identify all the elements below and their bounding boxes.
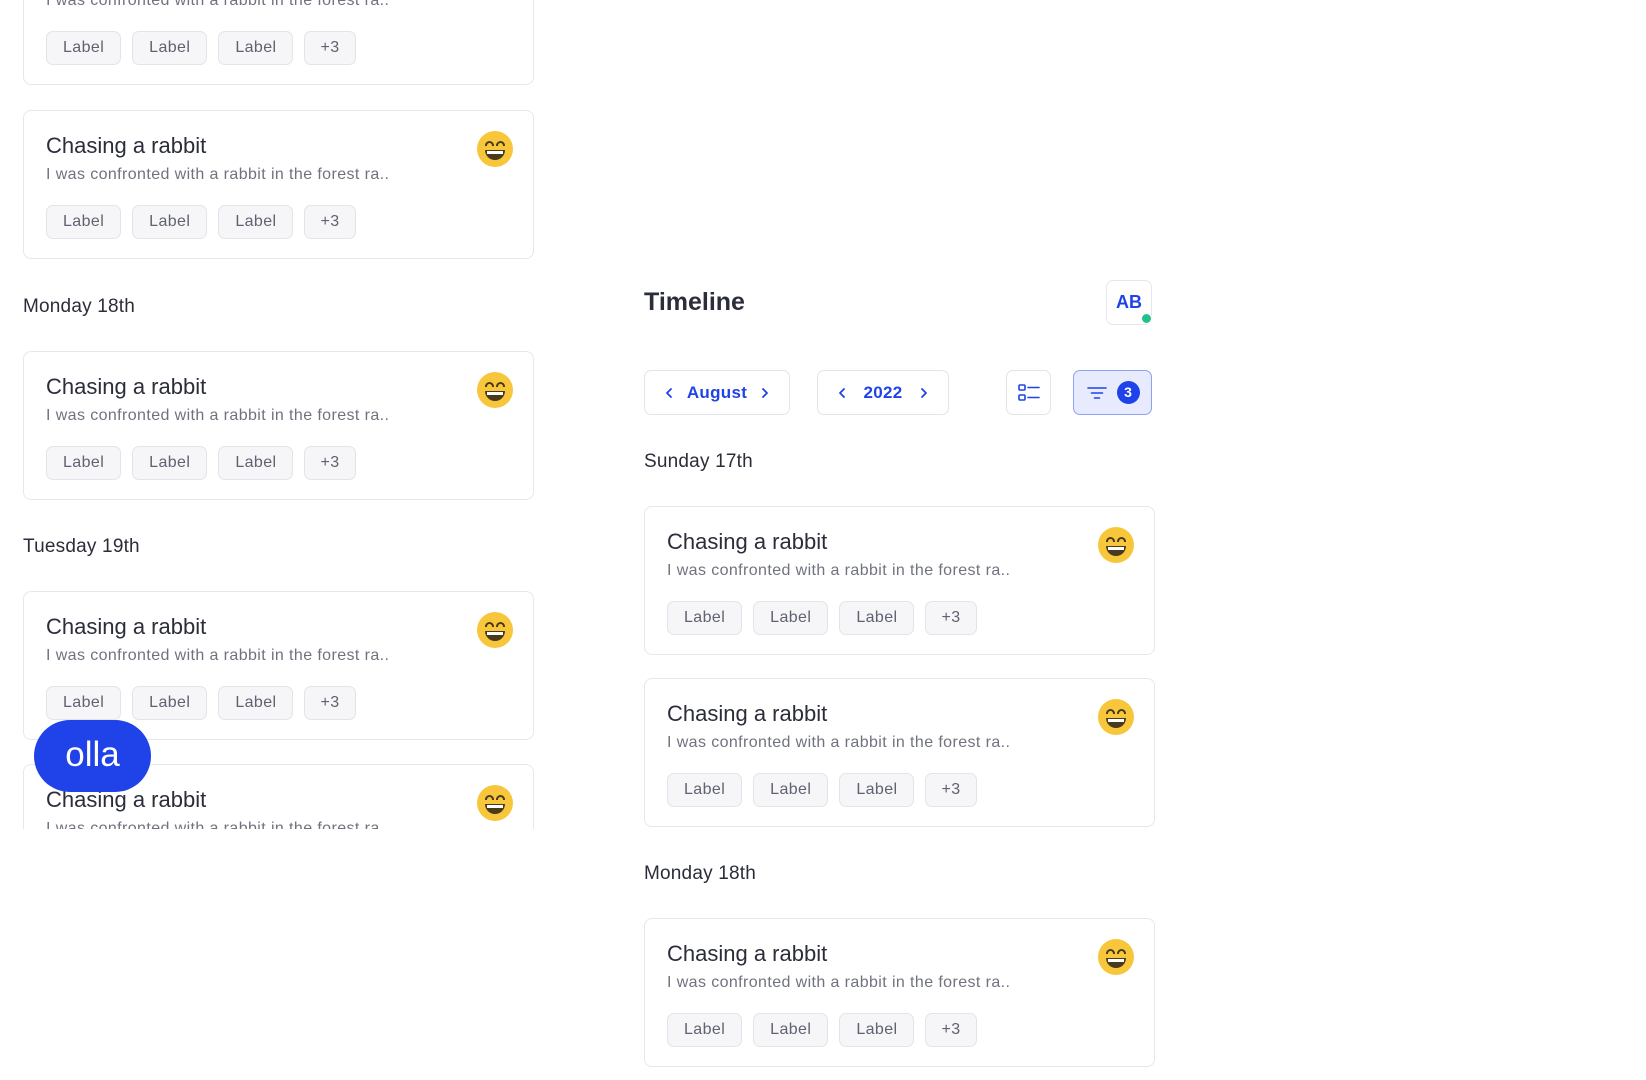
more-labels-chip[interactable]: +3 xyxy=(925,1013,977,1047)
label-chip[interactable]: Label xyxy=(46,31,122,65)
label-chip[interactable]: Label xyxy=(839,1013,915,1047)
entry-title: Chasing a rabbit xyxy=(46,614,207,639)
label-chip[interactable]: Label xyxy=(132,686,208,720)
grinning-face-icon xyxy=(1098,527,1134,563)
grinning-face-icon xyxy=(477,131,513,167)
day-heading: Tuesday 19th xyxy=(23,536,140,557)
more-labels-chip[interactable]: +3 xyxy=(304,686,356,720)
grinning-face-icon xyxy=(1098,939,1134,975)
olla-logo-badge[interactable]: olla xyxy=(34,720,151,792)
page-title: Timeline xyxy=(644,288,745,316)
list-view-button[interactable] xyxy=(1006,370,1051,415)
entry-description: I was confronted with a rabbit in the fo… xyxy=(46,0,390,9)
entry-title: Chasing a rabbit xyxy=(667,941,828,966)
label-chip[interactable]: Label xyxy=(839,773,915,807)
entry-card[interactable]: Chasing a rabbit I was confronted with a… xyxy=(23,0,534,85)
grinning-face-icon xyxy=(477,612,513,648)
entry-title: Chasing a rabbit xyxy=(667,701,828,726)
entry-labels: Label Label Label +3 xyxy=(46,686,356,720)
entry-title: Chasing a rabbit xyxy=(667,529,828,554)
left-timeline-scroll-area[interactable]: Chasing a rabbit I was confronted with a… xyxy=(0,0,560,829)
label-chip[interactable]: Label xyxy=(667,1013,743,1047)
month-value: August xyxy=(686,382,748,402)
more-labels-chip[interactable]: +3 xyxy=(304,446,356,480)
online-status-dot xyxy=(1141,313,1152,324)
filter-icon xyxy=(1086,386,1107,399)
month-picker: August xyxy=(644,370,790,415)
label-chip[interactable]: Label xyxy=(218,205,294,239)
label-chip[interactable]: Label xyxy=(839,601,915,635)
grinning-face-icon xyxy=(477,372,513,408)
more-labels-chip[interactable]: +3 xyxy=(925,601,977,635)
day-heading: Monday 18th xyxy=(23,296,136,317)
chevron-left-icon[interactable] xyxy=(830,381,854,405)
label-chip[interactable]: Label xyxy=(46,686,122,720)
label-chip[interactable]: Label xyxy=(46,205,122,239)
entry-description: I was confronted with a rabbit in the fo… xyxy=(46,647,390,664)
entry-labels: Label Label Label +3 xyxy=(667,601,977,635)
entry-title: Chasing a rabbit xyxy=(46,133,207,158)
chevron-left-icon[interactable] xyxy=(657,381,681,405)
day-heading: Monday 18th xyxy=(644,863,757,884)
label-chip[interactable]: Label xyxy=(753,601,829,635)
entry-card[interactable]: Chasing a rabbit I was confronted with a… xyxy=(23,110,534,259)
grinning-face-icon xyxy=(1098,699,1134,735)
label-chip[interactable]: Label xyxy=(46,446,122,480)
label-chip[interactable]: Label xyxy=(218,686,294,720)
more-labels-chip[interactable]: +3 xyxy=(304,205,356,239)
chevron-right-icon[interactable] xyxy=(912,381,936,405)
label-chip[interactable]: Label xyxy=(218,446,294,480)
entry-labels: Label Label Label +3 xyxy=(46,446,356,480)
entry-description: I was confronted with a rabbit in the fo… xyxy=(667,562,1011,579)
entry-card[interactable]: Chasing a rabbit I was confronted with a… xyxy=(644,506,1155,655)
label-chip[interactable]: Label xyxy=(667,601,743,635)
more-labels-chip[interactable]: +3 xyxy=(925,773,977,807)
year-value: 2022 xyxy=(863,382,903,402)
list-view-icon xyxy=(1017,383,1040,401)
label-chip[interactable]: Label xyxy=(132,31,208,65)
entry-description: I was confronted with a rabbit in the fo… xyxy=(46,407,390,424)
entry-labels: Label Label Label +3 xyxy=(46,31,356,65)
label-chip[interactable]: Label xyxy=(667,773,743,807)
chevron-right-icon[interactable] xyxy=(753,381,777,405)
label-chip[interactable]: Label xyxy=(753,773,829,807)
year-picker: 2022 xyxy=(817,370,949,415)
entry-labels: Label Label Label +3 xyxy=(46,205,356,239)
entry-card[interactable]: Chasing a rabbit I was confronted with a… xyxy=(23,591,534,740)
day-heading: Sunday 17th xyxy=(644,451,753,472)
entry-labels: Label Label Label +3 xyxy=(667,1013,977,1047)
filter-button[interactable]: 3 xyxy=(1073,370,1152,415)
entry-labels: Label Label Label +3 xyxy=(667,773,977,807)
label-chip[interactable]: Label xyxy=(132,205,208,239)
entry-card[interactable]: Chasing a rabbit I was confronted with a… xyxy=(644,678,1155,827)
entry-description: I was confronted with a rabbit in the fo… xyxy=(667,734,1011,751)
entry-description: I was confronted with a rabbit in the fo… xyxy=(46,166,390,183)
label-chip[interactable]: Label xyxy=(753,1013,829,1047)
entry-description: I was confronted with a rabbit in the fo… xyxy=(667,974,1011,991)
entry-description: I was confronted with a rabbit in the fo… xyxy=(46,820,390,829)
label-chip[interactable]: Label xyxy=(218,31,294,65)
more-labels-chip[interactable]: +3 xyxy=(304,31,356,65)
entry-card[interactable]: Chasing a rabbit I was confronted with a… xyxy=(644,918,1155,1067)
entry-card[interactable]: Chasing a rabbit I was confronted with a… xyxy=(23,351,534,500)
filter-count-badge: 3 xyxy=(1116,381,1140,404)
entry-title: Chasing a rabbit xyxy=(46,374,207,399)
grinning-face-icon xyxy=(477,785,513,821)
label-chip[interactable]: Label xyxy=(132,446,208,480)
